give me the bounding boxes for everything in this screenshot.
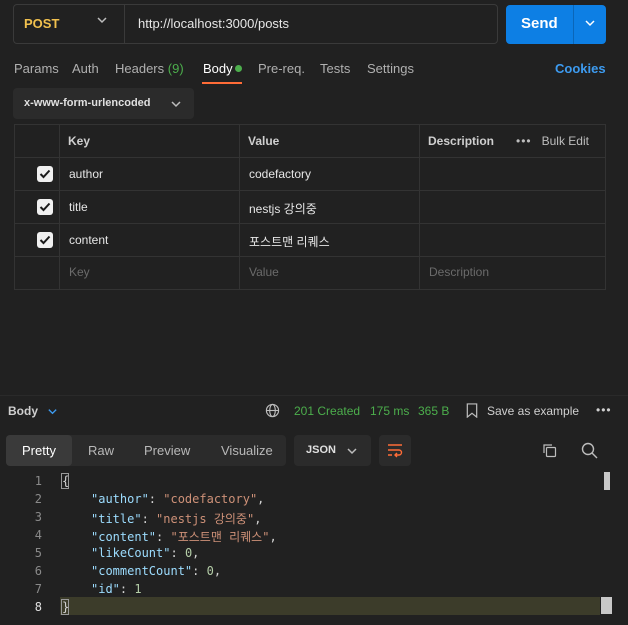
- column-header-description: Description: [428, 134, 495, 148]
- wrap-lines-button[interactable]: [379, 435, 411, 466]
- view-tab-pretty[interactable]: Pretty: [22, 443, 56, 458]
- tab-body[interactable]: Body: [203, 61, 233, 76]
- value-input-placeholder[interactable]: Value: [249, 265, 279, 279]
- json-close-brace[interactable]: }: [62, 600, 69, 614]
- description-input-placeholder[interactable]: Description: [429, 265, 489, 279]
- json-key: "id": [91, 582, 120, 596]
- table-col-divider: [59, 125, 60, 289]
- response-time[interactable]: 175 ms: [370, 404, 409, 418]
- line-number: 8: [34, 600, 42, 614]
- tab-headers[interactable]: Headers (9): [115, 61, 184, 76]
- column-header-value: Value: [248, 134, 280, 148]
- body-type-label[interactable]: x-www-form-urlencoded: [24, 97, 151, 109]
- check-icon: [39, 235, 51, 245]
- json-key: "content": [91, 530, 157, 544]
- key-input-placeholder[interactable]: Key: [69, 265, 90, 279]
- divider: [573, 5, 574, 44]
- json-line[interactable]: "commentCount": 0,: [91, 564, 221, 578]
- json-value: "codefactory": [163, 492, 258, 506]
- json-line[interactable]: "likeCount": 0,: [91, 546, 199, 560]
- more-icon: •••: [516, 134, 532, 148]
- line-number: 2: [34, 492, 42, 506]
- tab-params[interactable]: Params: [14, 61, 59, 76]
- view-tab-preview[interactable]: Preview: [144, 443, 190, 458]
- view-tab-visualize[interactable]: Visualize: [221, 443, 273, 458]
- save-icon[interactable]: [465, 403, 479, 418]
- response-size[interactable]: 365 B: [418, 404, 449, 418]
- save-as-example-button[interactable]: Save as example: [487, 404, 579, 418]
- chevron-down-icon[interactable]: [584, 17, 596, 29]
- json-value: "포스트맨 리퀘스": [170, 530, 270, 544]
- body-indicator-dot: [235, 65, 242, 72]
- json-key: "commentCount": [91, 564, 193, 578]
- chevron-down-icon[interactable]: [346, 445, 358, 457]
- bulk-edit-label: Bulk Edit: [541, 134, 589, 148]
- json-value: 0: [206, 564, 214, 578]
- active-tab-underline: [202, 82, 242, 84]
- bulk-edit-button[interactable]: ••• Bulk Edit: [516, 134, 589, 148]
- send-button-label[interactable]: Send: [521, 15, 558, 32]
- status-badge[interactable]: 201 Created: [294, 404, 360, 418]
- tab-tests[interactable]: Tests: [320, 61, 350, 76]
- scrollbar-thumb[interactable]: [604, 472, 610, 490]
- chevron-down-icon[interactable]: [47, 406, 58, 417]
- wrap-lines-icon: [388, 444, 403, 458]
- search-icon[interactable]: [581, 442, 598, 459]
- line-number: 7: [34, 582, 42, 596]
- column-header-key: Key: [68, 134, 91, 148]
- table-row-divider: [15, 157, 605, 158]
- row-key[interactable]: author: [69, 167, 103, 181]
- line-number: 3: [34, 510, 42, 524]
- json-line[interactable]: "title": "nestjs 강의중",: [91, 510, 261, 527]
- row-checkbox[interactable]: [37, 232, 53, 248]
- json-line[interactable]: "content": "포스트맨 리퀘스",: [91, 528, 277, 545]
- method-select[interactable]: POST: [24, 16, 59, 31]
- json-key: "likeCount": [91, 546, 171, 560]
- line-number: 1: [34, 474, 42, 488]
- line-number: 6: [34, 564, 42, 578]
- line-number: 4: [34, 528, 42, 542]
- row-checkbox[interactable]: [37, 199, 53, 215]
- table-row-divider: [15, 223, 605, 224]
- json-key: "title": [91, 512, 142, 526]
- view-tab-raw[interactable]: Raw: [88, 443, 114, 458]
- copy-icon[interactable]: [542, 443, 557, 458]
- row-value[interactable]: codefactory: [249, 167, 311, 181]
- format-label[interactable]: JSON: [306, 444, 336, 456]
- chevron-down-icon[interactable]: [96, 14, 108, 26]
- json-value: 1: [134, 582, 142, 596]
- cookies-link[interactable]: Cookies: [555, 61, 606, 76]
- tab-headers-label: Headers: [115, 61, 165, 76]
- globe-icon[interactable]: [265, 403, 280, 418]
- check-icon: [39, 202, 51, 212]
- table-row-divider: [15, 256, 605, 257]
- tab-prereq[interactable]: Pre-req.: [258, 61, 305, 76]
- tab-settings[interactable]: Settings: [367, 61, 414, 76]
- row-key[interactable]: title: [69, 200, 88, 214]
- row-value[interactable]: 포스트맨 리퀘스: [249, 233, 330, 250]
- row-value[interactable]: nestjs 강의중: [249, 200, 317, 217]
- tab-auth[interactable]: Auth: [72, 61, 99, 76]
- check-icon: [39, 169, 51, 179]
- json-key: "author": [91, 492, 149, 506]
- divider: [124, 5, 125, 43]
- row-key[interactable]: content: [69, 233, 108, 247]
- current-line-highlight: [60, 597, 600, 615]
- table-col-divider: [239, 125, 240, 289]
- json-open-brace[interactable]: {: [62, 474, 69, 488]
- text-cursor: [601, 597, 612, 614]
- url-input[interactable]: http://localhost:3000/posts: [138, 16, 289, 31]
- more-options-icon[interactable]: •••: [596, 403, 612, 417]
- row-checkbox[interactable]: [37, 166, 53, 182]
- headers-count-badge: (9): [167, 61, 184, 76]
- line-number: 5: [34, 546, 42, 560]
- json-value: "nestjs 강의중": [156, 512, 255, 526]
- chevron-down-icon[interactable]: [170, 98, 182, 110]
- json-line[interactable]: "author": "codefactory",: [91, 492, 264, 506]
- table-row-divider: [15, 190, 605, 191]
- response-body-label[interactable]: Body: [8, 404, 38, 418]
- json-line[interactable]: "id": 1: [91, 582, 142, 596]
- table-col-divider: [419, 125, 420, 289]
- response-divider: [0, 395, 628, 396]
